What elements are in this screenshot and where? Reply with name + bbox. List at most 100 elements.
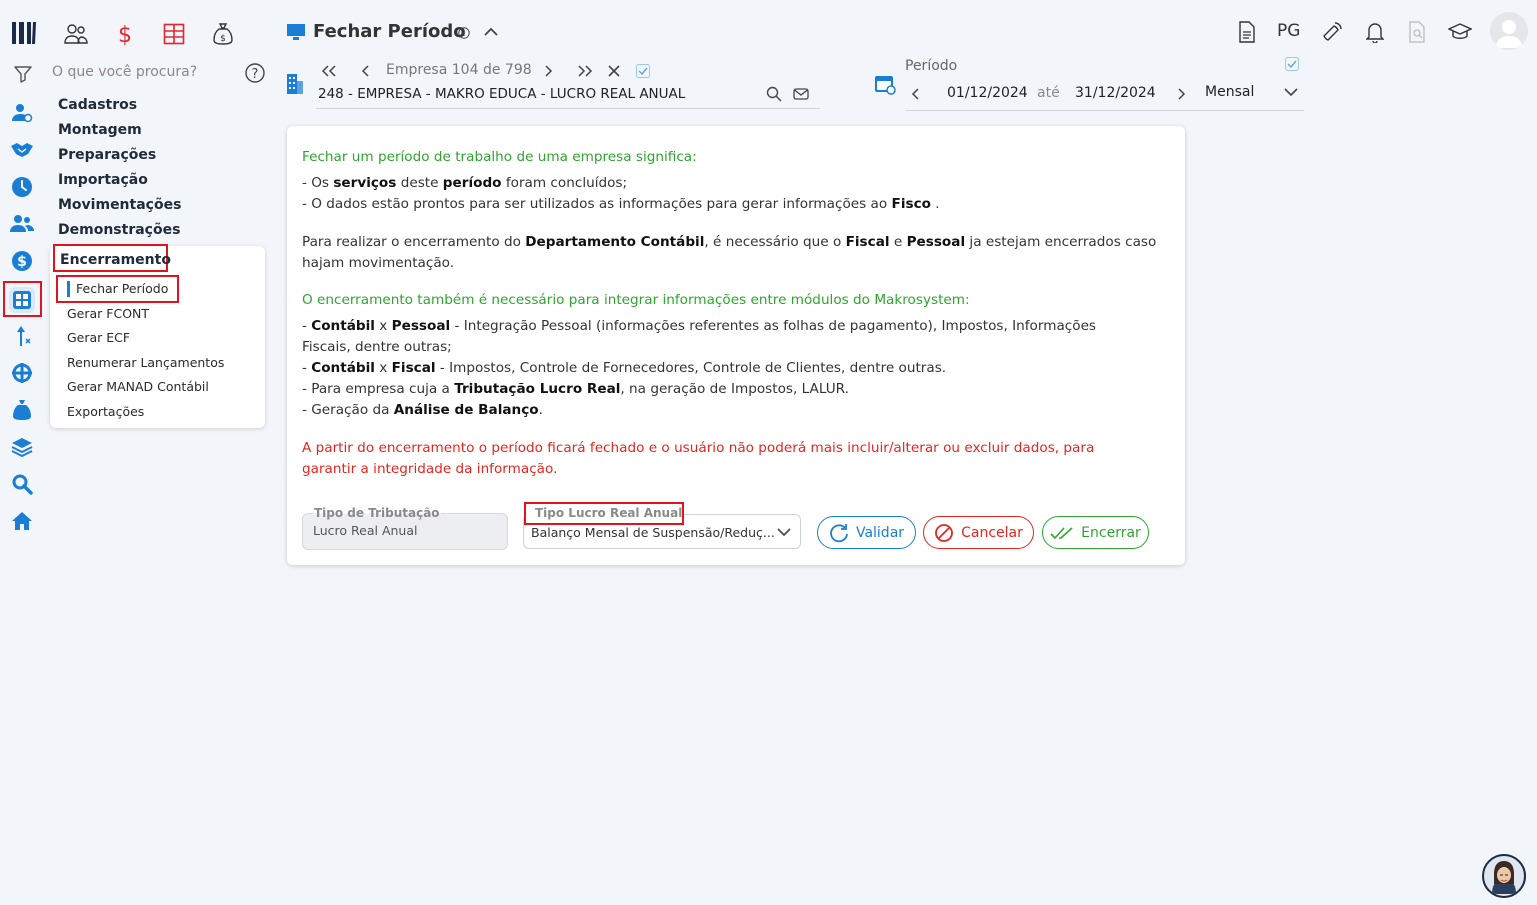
period-label: Período — [905, 58, 958, 74]
company-name[interactable]: 248 - EMPRESA - MAKRO EDUCA - LUCRO REAL… — [318, 86, 685, 102]
submenu-gerar-ecf[interactable]: Gerar ECF — [67, 330, 130, 345]
period-between: até — [1037, 85, 1060, 101]
help-icon[interactable]: ? — [244, 62, 266, 84]
building-icon — [286, 73, 304, 95]
period-end[interactable]: 31/12/2024 — [1075, 85, 1156, 101]
monitor-icon — [286, 23, 306, 41]
svg-text:$: $ — [17, 254, 27, 270]
submenu-gerar-fcont[interactable]: Gerar FCONT — [67, 306, 149, 321]
page-title: Fechar Período — [313, 21, 466, 42]
graduation-cap-icon[interactable] — [1447, 20, 1473, 44]
validar-button[interactable]: Validar — [817, 516, 916, 549]
submenu-gerar-manad[interactable]: Gerar MANAD Contábil — [67, 379, 209, 394]
submenu-fechar-periodo[interactable]: Fechar Período — [76, 281, 168, 296]
satellite-icon[interactable] — [1320, 20, 1344, 44]
search-input[interactable]: O que você procura? — [52, 64, 197, 80]
refresh-icon — [829, 523, 849, 543]
paragraph-departamento: Para realizar o encerramento do Departam… — [302, 234, 1157, 250]
collapse-chevron-icon[interactable] — [483, 26, 499, 38]
integration-pessoal: - Contábil x Pessoal - Integração Pessoa… — [302, 318, 1097, 334]
intro-text: Fechar um período de trabalho de uma emp… — [302, 149, 697, 165]
tax-module-icon[interactable]: $ — [210, 21, 236, 47]
period-checkbox[interactable] — [1284, 56, 1300, 72]
period-underline — [906, 110, 1304, 111]
next-company-icon[interactable] — [540, 62, 556, 80]
integration-lucro-real: - Para empresa cuja a Tributação Lucro R… — [302, 381, 849, 397]
bell-icon[interactable] — [1364, 20, 1386, 44]
people-icon[interactable] — [10, 212, 34, 236]
last-company-icon[interactable] — [575, 62, 595, 80]
lucro-real-value: Balanço Mensal de Suspensão/Reduç... — [531, 525, 775, 540]
layers-icon[interactable] — [10, 435, 34, 459]
home-icon[interactable] — [10, 509, 34, 533]
integration-balanco: - Geração da Análise de Balanço. — [302, 402, 543, 418]
double-check-icon — [1050, 526, 1074, 540]
period-start[interactable]: 01/12/2024 — [947, 85, 1028, 101]
svg-text:?: ? — [252, 67, 259, 82]
finance-module-icon[interactable]: $ — [112, 21, 138, 47]
filter-icon[interactable] — [13, 64, 33, 84]
close-icon[interactable] — [605, 62, 623, 80]
menu-preparacoes[interactable]: Preparações — [58, 147, 156, 163]
user-settings-icon[interactable] — [10, 101, 34, 125]
cancelar-button[interactable]: Cancelar — [923, 516, 1034, 549]
prev-period-icon[interactable] — [908, 85, 924, 103]
people-module-icon[interactable] — [63, 21, 89, 47]
menu-montagem[interactable]: Montagem — [58, 122, 142, 138]
handshake-icon[interactable] — [10, 138, 34, 162]
menu-cadastros[interactable]: Cadastros — [58, 97, 137, 113]
info-icon[interactable] — [458, 27, 470, 39]
warning-line-2: garantir a integridade da informação. — [302, 461, 558, 477]
menu-importacao[interactable]: Importação — [58, 172, 148, 188]
tributacao-label: Tipo de Tributação — [313, 506, 441, 520]
paragraph-departamento-cont: hajam movimentação. — [302, 255, 455, 271]
tool-icon[interactable] — [10, 324, 34, 348]
prev-company-icon[interactable] — [358, 62, 374, 80]
first-company-icon[interactable] — [319, 62, 339, 80]
line-servicos: - Os serviços deste período foram conclu… — [302, 175, 628, 191]
integration-fiscal: - Contábil x Fiscal - Impostos, Controle… — [302, 360, 947, 376]
clock-icon[interactable] — [10, 175, 34, 199]
submenu-renumerar[interactable]: Renumerar Lançamentos — [67, 355, 224, 370]
document-icon[interactable] — [1236, 20, 1258, 44]
validar-label: Validar — [855, 524, 905, 541]
assistant-avatar[interactable] — [1482, 854, 1526, 898]
period-mode-chevron-icon[interactable] — [1283, 84, 1299, 100]
integration-heading: O encerramento também é necessário para … — [302, 292, 970, 308]
line-fisco: - O dados estão prontos para ser utiliza… — [302, 196, 940, 212]
cancelar-label: Cancelar — [961, 524, 1023, 541]
network-icon[interactable] — [10, 361, 34, 385]
user-avatar[interactable] — [1490, 12, 1528, 50]
menu-demonstracoes[interactable]: Demonstrações — [58, 222, 180, 238]
doc-search-icon[interactable] — [1406, 20, 1428, 44]
company-checkbox[interactable] — [635, 63, 651, 79]
company-counter: Empresa 104 de 798 — [386, 62, 532, 78]
pg-label[interactable]: PG — [1277, 21, 1300, 41]
calendar-icon — [874, 73, 896, 95]
cancel-icon — [934, 523, 954, 543]
app-logo[interactable] — [10, 20, 38, 46]
money-bag-icon[interactable] — [10, 398, 34, 422]
lucro-chevron-icon[interactable] — [776, 524, 792, 540]
menu-movimentacoes[interactable]: Movimentações — [58, 197, 181, 213]
warning-line-1: A partir do encerramento o período ficar… — [302, 440, 1095, 456]
lucro-real-label: Tipo Lucro Real Anual — [535, 506, 683, 520]
period-mode[interactable]: Mensal — [1205, 84, 1254, 100]
accounting-icon[interactable] — [9, 287, 35, 313]
submenu-exportacoes[interactable]: Exportações — [67, 404, 144, 419]
search-rail-icon[interactable] — [10, 472, 34, 496]
encerrar-button[interactable]: Encerrar — [1042, 516, 1149, 549]
menu-encerramento[interactable]: Encerramento — [60, 252, 171, 268]
company-search-icon[interactable] — [765, 85, 783, 103]
tributacao-value: Lucro Real Anual — [313, 523, 418, 538]
svg-text:$: $ — [118, 23, 132, 46]
accounting-module-icon[interactable] — [161, 21, 187, 47]
active-indicator — [67, 281, 70, 297]
encerrar-label: Encerrar — [1081, 524, 1141, 541]
next-period-icon[interactable] — [1173, 85, 1189, 103]
svg-text:$: $ — [220, 34, 226, 44]
mail-icon[interactable] — [792, 85, 810, 103]
dollar-icon[interactable]: $ — [10, 249, 34, 273]
company-underline — [316, 108, 820, 109]
integration-pessoal-cont: Fiscais, dentre outras; — [302, 339, 452, 355]
